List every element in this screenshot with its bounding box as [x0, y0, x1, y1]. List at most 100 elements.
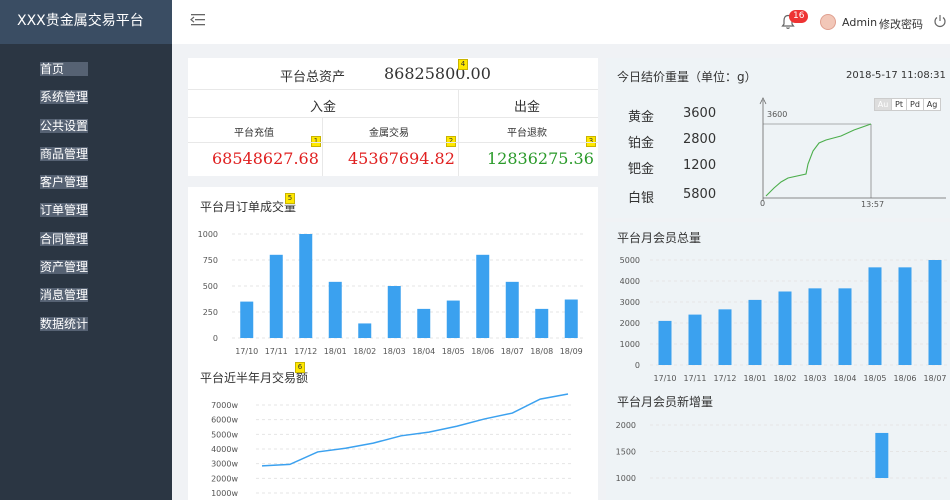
menu-toggle-icon[interactable]: [190, 12, 206, 28]
y-tick-label: 3000w: [211, 460, 238, 469]
bar: [387, 286, 401, 338]
x-tick-label: 18/07: [923, 374, 946, 383]
bar: [476, 254, 490, 338]
x-tick-label: 17/11: [683, 374, 706, 383]
x-tick-label: 18/06: [471, 347, 494, 356]
trade-amount-card: 平台近半年月交易额 6 1000w 2000w 3000w 4000w 5000w 600…: [188, 362, 598, 500]
divider: [458, 89, 459, 117]
x-tick-label: 18/04: [833, 374, 856, 383]
sidebar-item-system[interactable]: 系统管理: [40, 90, 88, 105]
bar: [240, 301, 254, 338]
bar: [328, 281, 342, 338]
trade-value: 45367694.82: [348, 149, 455, 168]
y-tick-label: 1500: [616, 448, 636, 457]
y-tick-label: 0: [635, 361, 640, 370]
y-tick-label: 6000w: [211, 416, 238, 425]
member-total-card: 平台月会员总量 0 1000 2000 3000 4000 5000 17/10 17/11 1…: [606, 222, 950, 390]
sidebar-item-statistics[interactable]: 数据统计: [40, 316, 88, 331]
notification-badge: 16: [789, 10, 809, 23]
y-tick-label: 3000: [620, 298, 640, 307]
assets-card: 平台总资产 86825800.00 4 入金 出金 平台充值 1 金属交易 2 …: [188, 58, 598, 176]
y-tick-label: 4000: [620, 277, 640, 286]
total-assets-label: 平台总资产: [280, 70, 346, 85]
y-tick-label: 750: [203, 256, 218, 265]
sidebar-item-orders[interactable]: 订单管理: [40, 203, 88, 218]
app-title: XXX贵金属交易平台: [0, 0, 172, 44]
tab-pd[interactable]: Pd: [906, 98, 924, 111]
y-tick-label: 500: [203, 282, 218, 291]
x-tick-label: 18/06: [893, 374, 916, 383]
bar: [718, 309, 732, 365]
bar: [358, 323, 372, 338]
refund-value: 12836275.36: [487, 149, 594, 168]
mini-x-end: 13:57: [861, 200, 884, 209]
total-assets-value: 86825800.00: [384, 64, 491, 83]
bar: [868, 267, 882, 365]
change-password-link[interactable]: 修改密码: [879, 16, 923, 32]
y-tick-label: 2000w: [211, 474, 238, 483]
y-tick-label: 250: [203, 308, 218, 317]
y-tick-label: 1000: [616, 474, 636, 483]
x-tick-label: 18/03: [803, 374, 826, 383]
x-tick-label: 18/01: [324, 347, 347, 356]
mini-max-label: 3600: [767, 110, 787, 119]
y-tick-label: 1000: [198, 230, 218, 239]
sidebar-item-home[interactable]: 首页: [40, 62, 88, 76]
x-tick-label: 17/10: [653, 374, 676, 383]
today-weight-panel: 今日结价重量（单位：g） 2018-5-17 11:08:31 黄金 3600 …: [606, 58, 950, 218]
x-tick-label: 18/08: [530, 347, 553, 356]
bar: [875, 432, 889, 478]
bar: [808, 288, 822, 365]
y-tick-label: 5000w: [211, 430, 238, 439]
x-tick-label: 18/05: [863, 374, 886, 383]
trade-label: 金属交易: [369, 128, 409, 139]
bar: [778, 291, 792, 365]
bar: [564, 299, 578, 338]
mini-line: [765, 123, 872, 197]
y-tick-label: 5000: [620, 256, 640, 265]
x-tick-label: 17/11: [265, 347, 288, 356]
user-name[interactable]: Admin: [842, 16, 877, 29]
avatar[interactable]: [820, 14, 836, 30]
y-tick-label: 7000w: [211, 401, 238, 410]
sidebar-item-customers[interactable]: 客户管理: [40, 175, 88, 190]
sidebar-item-messages[interactable]: 消息管理: [40, 288, 88, 303]
y-tick-label: 2000: [620, 319, 640, 328]
bar: [269, 254, 283, 338]
y-tick-label: 1000w: [211, 489, 238, 498]
divider: [188, 117, 598, 118]
member-total-chart: 0 1000 2000 3000 4000 5000 17/10 17/11 17/12 18/0…: [620, 256, 950, 383]
withdraw-label: 出金: [514, 100, 541, 115]
tab-ag[interactable]: Ag: [923, 98, 941, 111]
bar: [417, 308, 431, 338]
y-tick-label: 4000w: [211, 445, 238, 454]
x-tick-label: 18/09: [560, 347, 583, 356]
bar: [299, 234, 313, 338]
sidebar-item-public-settings[interactable]: 公共设置: [40, 118, 88, 133]
x-tick-label: 18/03: [383, 347, 406, 356]
top-bar: 16 Admin 修改密码: [172, 0, 950, 44]
deposit-label: 入金: [310, 100, 337, 115]
bar: [446, 300, 460, 338]
power-icon[interactable]: [933, 14, 947, 28]
divider: [458, 117, 459, 176]
tab-au[interactable]: Au: [874, 98, 892, 111]
new-member-card: 平台月会员新增量 1000 1500 2000: [606, 390, 950, 500]
y-tick-label: 0: [213, 334, 218, 343]
order-volume-chart: 0 250 500 750 1000 17/10 17/11 17/12 18/01 18/02 1…: [198, 230, 586, 356]
x-tick-label: 17/10: [235, 347, 258, 356]
marker-4: 4: [458, 59, 468, 70]
bar: [898, 267, 912, 365]
tab-pt[interactable]: Pt: [891, 98, 907, 111]
new-member-chart: 1000 1500 2000: [616, 421, 950, 483]
x-tick-label: 18/04: [412, 347, 435, 356]
sidebar-item-contracts[interactable]: 合同管理: [40, 231, 88, 246]
x-tick-label: 18/07: [501, 347, 524, 356]
bar: [928, 260, 942, 365]
sidebar-item-goods[interactable]: 商品管理: [40, 146, 88, 161]
sidebar-item-assets[interactable]: 资产管理: [40, 260, 88, 275]
divider: [188, 89, 598, 90]
divider: [322, 117, 323, 176]
sidebar: XXX贵金属交易平台 首页 系统管理 公共设置 商品管理 客户管理 订单管理 合…: [0, 0, 172, 500]
bar: [658, 320, 672, 365]
